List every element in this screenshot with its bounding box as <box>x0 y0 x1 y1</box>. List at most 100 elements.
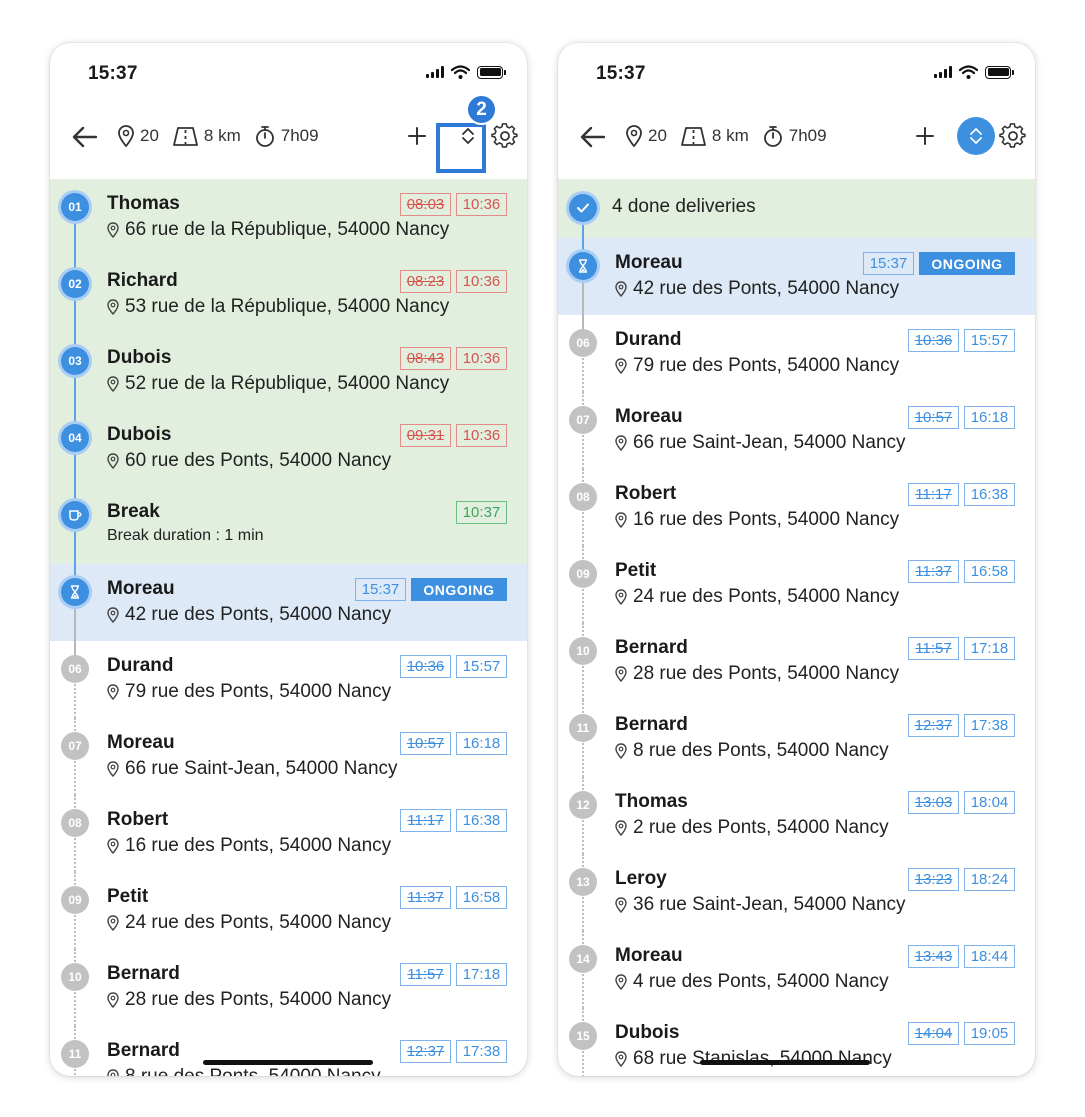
stop-row[interactable]: 06 Durand 79 rue des Ponts, 54000 Nancy 10:… <box>558 315 1035 392</box>
delivery-address: 36 rue Saint-Jean, 54000 Nancy <box>615 894 906 916</box>
stop-number: 10 <box>68 970 82 984</box>
stop-row[interactable]: 07 Moreau 66 rue Saint-Jean, 54000 Nancy 10… <box>558 392 1035 469</box>
stop-row[interactable]: 11 Bernard 8 rue des Ponts, 54000 Nancy 12:… <box>50 1026 527 1076</box>
stop-row[interactable]: 06 Durand 79 rue des Ponts, 54000 Nancy 10:… <box>50 641 527 718</box>
done-check-marker <box>569 194 597 222</box>
pin-icon <box>615 512 627 528</box>
stop-row[interactable]: 14 Moreau 4 rue des Ponts, 54000 Nancy 13:4… <box>558 931 1035 1008</box>
time-badges: 13:03 18:04 <box>908 791 1015 814</box>
road-icon <box>173 126 198 146</box>
gear-icon[interactable] <box>491 122 519 150</box>
stop-row[interactable]: 03 Dubois 52 rue de la République, 54000 N… <box>50 333 527 410</box>
ongoing-marker <box>569 252 597 280</box>
done-summary-row[interactable]: 4 done deliveries <box>558 179 1035 238</box>
stop-number: 08 <box>576 490 590 504</box>
ongoing-status-badge: ONGOING <box>919 252 1015 275</box>
stop-row[interactable]: 12 Thomas 2 rue des Ponts, 54000 Nancy 13:0… <box>558 777 1035 854</box>
check-icon <box>577 203 589 213</box>
stop-row[interactable]: 11 Bernard 8 rue des Ponts, 54000 Nancy 12:… <box>558 700 1035 777</box>
stop-row[interactable]: 04 Dubois 60 rue des Ponts, 54000 Nancy 09:… <box>50 410 527 487</box>
planned-time-badge: 14:04 <box>908 1022 959 1045</box>
stop-number-marker: 02 <box>61 270 89 298</box>
time-badges: 09:31 10:36 <box>400 424 507 447</box>
stop-row[interactable]: Moreau 42 rue des Ponts, 54000 Nancy 15:37… <box>50 564 527 641</box>
stop-row[interactable]: 09 Petit 24 rue des Ponts, 54000 Nancy 11:3… <box>50 872 527 949</box>
stops-value: 20 <box>648 126 667 145</box>
stop-number-marker: 10 <box>569 637 597 665</box>
stop-number-marker: 09 <box>569 560 597 588</box>
recipient-name: Moreau <box>107 732 175 753</box>
stop-number-marker: 08 <box>61 809 89 837</box>
stopwatch-icon <box>763 126 782 147</box>
plus-icon[interactable] <box>911 122 939 150</box>
stopwatch-icon <box>255 126 274 147</box>
address-text: 66 rue de la République, 54000 Nancy <box>125 219 450 240</box>
time-badges: 13:23 18:24 <box>908 868 1015 891</box>
stop-row[interactable]: 15 Dubois 68 rue Stanislas, 54000 Nancy 14:… <box>558 1008 1035 1076</box>
stop-number-marker: 09 <box>61 886 89 914</box>
stop-number-marker: 11 <box>61 1040 89 1068</box>
home-indicator <box>203 1060 373 1065</box>
stop-row[interactable]: 08 Robert 16 rue des Ponts, 54000 Nancy 11:… <box>558 469 1035 546</box>
time-badges: 10:37 <box>456 501 507 524</box>
eta-time-badge: 10:36 <box>456 347 507 370</box>
route-duration: 7h09 <box>763 125 827 147</box>
delivery-address: 8 rue des Ponts, 54000 Nancy <box>615 740 889 762</box>
arrow-left-icon[interactable] <box>578 122 608 152</box>
planned-time-badge: 13:43 <box>908 945 959 968</box>
stop-number-marker: 06 <box>61 655 89 683</box>
stop-row[interactable]: Moreau 42 rue des Ponts, 54000 Nancy 15:37… <box>558 238 1035 315</box>
stops-count: 20 <box>626 125 667 147</box>
time-badges: 12:37 17:38 <box>400 1040 507 1063</box>
stop-row[interactable]: 09 Petit 24 rue des Ponts, 54000 Nancy 11:3… <box>558 546 1035 623</box>
time-badges: 11:57 17:18 <box>400 963 507 986</box>
stop-row[interactable]: 13 Leroy 36 rue Saint-Jean, 54000 Nancy 13:… <box>558 854 1035 931</box>
stop-row[interactable]: 08 Robert 16 rue des Ponts, 54000 Nancy 11:… <box>50 795 527 872</box>
stop-number: 02 <box>68 277 82 291</box>
battery-icon <box>477 65 506 79</box>
duration-value: 7h09 <box>280 126 319 145</box>
address-text: 28 rue des Ponts, 54000 Nancy <box>633 663 900 684</box>
recipient-name: Break <box>107 501 160 522</box>
delivery-address: 28 rue des Ponts, 54000 Nancy <box>615 663 899 685</box>
break-row[interactable]: Break Break duration : 1 min 10:37 <box>50 487 527 564</box>
time-badges: 11:57 17:18 <box>908 637 1015 660</box>
pin-icon <box>107 376 119 392</box>
plus-icon[interactable] <box>403 122 431 150</box>
stop-number-marker: 12 <box>569 791 597 819</box>
stop-number: 11 <box>576 721 590 735</box>
stop-number-marker: 04 <box>61 424 89 452</box>
stop-row[interactable]: 10 Bernard 28 rue des Ponts, 54000 Nancy 11… <box>558 623 1035 700</box>
time-badges: 11:17 16:38 <box>908 483 1015 506</box>
eta-time-badge: 18:44 <box>964 945 1015 968</box>
arrow-left-icon[interactable] <box>70 122 100 152</box>
pin-icon <box>107 299 119 315</box>
eta-time-badge: 15:37 <box>863 252 914 275</box>
pin-icon <box>107 1069 119 1076</box>
time-badges: 15:37 ONGOING <box>863 252 1015 275</box>
stop-number: 12 <box>576 798 590 812</box>
recipient-name: Thomas <box>107 193 180 214</box>
time-badges: 13:43 18:44 <box>908 945 1015 968</box>
stop-row[interactable]: 01 Thomas 66 rue de la République, 54000 N… <box>50 179 527 256</box>
time-badges: 11:17 16:38 <box>400 809 507 832</box>
stop-number: 11 <box>68 1047 82 1061</box>
stop-row[interactable]: 07 Moreau 66 rue Saint-Jean, 54000 Nancy 10… <box>50 718 527 795</box>
done-deliveries-label: 4 done deliveries <box>612 196 756 217</box>
recipient-name: Bernard <box>107 963 180 984</box>
planned-time-badge: 13:03 <box>908 791 959 814</box>
stop-row[interactable]: 02 Richard 53 rue de la République, 54000 … <box>50 256 527 333</box>
stop-number: 06 <box>576 336 590 350</box>
delivery-address: 52 rue de la République, 54000 Nancy <box>107 373 449 395</box>
eta-time-badge: 17:18 <box>964 637 1015 660</box>
pin-icon <box>615 281 627 297</box>
eta-time-badge: 10:36 <box>456 270 507 293</box>
stop-row[interactable]: 10 Bernard 28 rue des Ponts, 54000 Nancy 11… <box>50 949 527 1026</box>
delivery-address: 42 rue des Ponts, 54000 Nancy <box>107 604 391 626</box>
stop-number: 06 <box>68 662 82 676</box>
collapse-done-button-active[interactable] <box>957 117 995 155</box>
stop-number-marker: 14 <box>569 945 597 973</box>
pin-icon <box>107 684 119 700</box>
coffee-cup-icon <box>69 510 82 521</box>
gear-icon[interactable] <box>999 122 1027 150</box>
